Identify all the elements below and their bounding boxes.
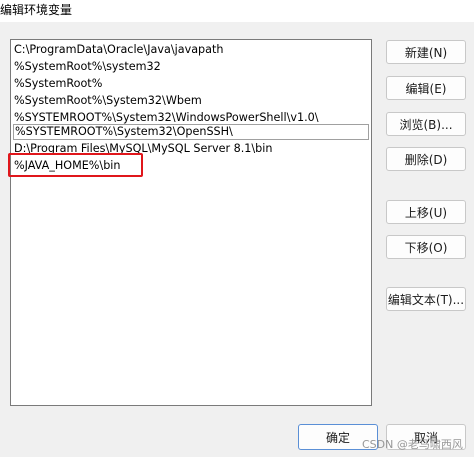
- path-list-item[interactable]: %SystemRoot%\system32: [14, 59, 161, 75]
- window-title: 编辑环境变量: [0, 3, 73, 17]
- path-list[interactable]: C:\ProgramData\Oracle\Java\javapath %Sys…: [10, 39, 372, 406]
- ok-button[interactable]: 确定: [298, 424, 378, 450]
- path-list-item[interactable]: %SystemRoot%: [14, 76, 102, 92]
- edit-text-button[interactable]: 编辑文本(T)...: [386, 287, 466, 311]
- path-list-item[interactable]: D:\Program Files\MySQL\MySQL Server 8.1\…: [14, 141, 273, 157]
- path-list-item[interactable]: C:\ProgramData\Oracle\Java\javapath: [14, 42, 223, 58]
- edit-button[interactable]: 编辑(E): [386, 76, 466, 100]
- new-button[interactable]: 新建(N): [386, 40, 466, 64]
- path-list-item-java-home[interactable]: %JAVA_HOME%\bin: [14, 158, 121, 174]
- move-up-button[interactable]: 上移(U): [386, 200, 466, 224]
- path-list-item-selected[interactable]: %SYSTEMROOT%\System32\OpenSSH\: [13, 124, 369, 140]
- delete-button[interactable]: 删除(D): [386, 147, 466, 171]
- browse-button[interactable]: 浏览(B)...: [386, 112, 466, 136]
- title-bar: 编辑环境变量: [0, 0, 474, 22]
- cancel-button[interactable]: 取消: [386, 424, 466, 450]
- move-down-button[interactable]: 下移(O): [386, 235, 466, 259]
- path-list-item[interactable]: %SystemRoot%\System32\Wbem: [14, 93, 202, 109]
